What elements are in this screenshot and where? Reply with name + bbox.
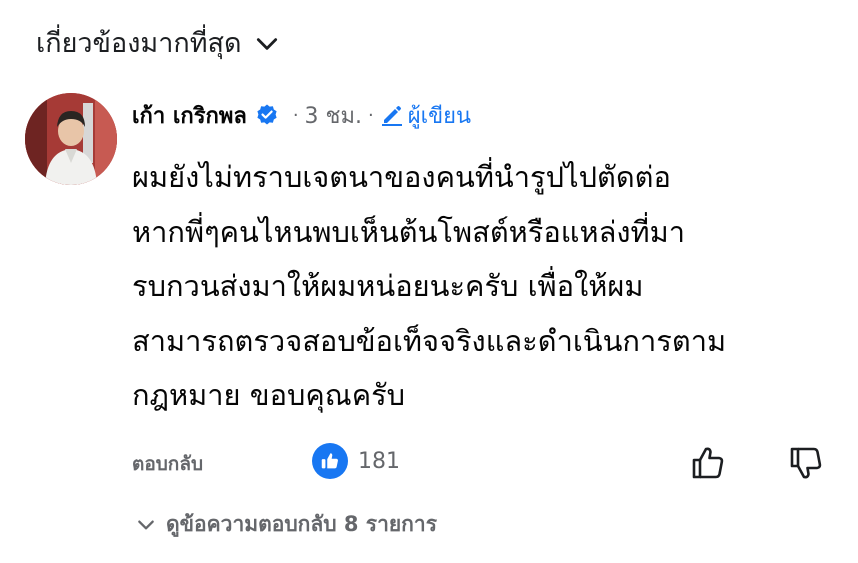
avatar[interactable]	[25, 93, 117, 185]
comment-actions: ตอบกลับ 181	[132, 443, 832, 483]
like-reaction-icon	[312, 443, 348, 479]
verified-badge-icon	[257, 104, 277, 125]
author-badge: ผู้เขียน	[380, 98, 471, 133]
separator-dot: ·	[292, 104, 299, 126]
chevron-down-icon	[138, 520, 154, 529]
separator-dot: ·	[367, 104, 374, 126]
reaction-summary[interactable]: 181	[312, 443, 400, 479]
author-name[interactable]: เก้า เกริกพล	[132, 98, 247, 133]
thumbs-down-icon[interactable]	[786, 443, 826, 483]
comment-header: เก้า เกริกพล · 3 ชม. · ผู้เขียน	[132, 98, 471, 132]
author-badge-label: ผู้เขียน	[407, 103, 472, 129]
reply-button[interactable]: ตอบกลับ	[132, 449, 203, 479]
thumbs-up-icon[interactable]	[688, 443, 728, 483]
chevron-down-icon	[256, 38, 277, 50]
sort-dropdown[interactable]: เกี่ยวข้องมากที่สุด	[36, 26, 280, 62]
sort-label: เกี่ยวข้องมากที่สุด	[36, 28, 242, 59]
avatar-image	[25, 93, 117, 185]
like-count: 181	[358, 448, 400, 474]
view-replies-button[interactable]: ดูข้อความตอบกลับ 8 รายการ	[136, 508, 437, 541]
timestamp[interactable]: 3 ชม.	[305, 98, 362, 133]
view-replies-label: ดูข้อความตอบกลับ 8 รายการ	[166, 512, 437, 536]
comment-body: ผมยังไม่ทราบเจตนาของคนที่นำรูปไปตัดต่อ ห…	[132, 160, 727, 412]
pen-icon	[381, 106, 402, 126]
